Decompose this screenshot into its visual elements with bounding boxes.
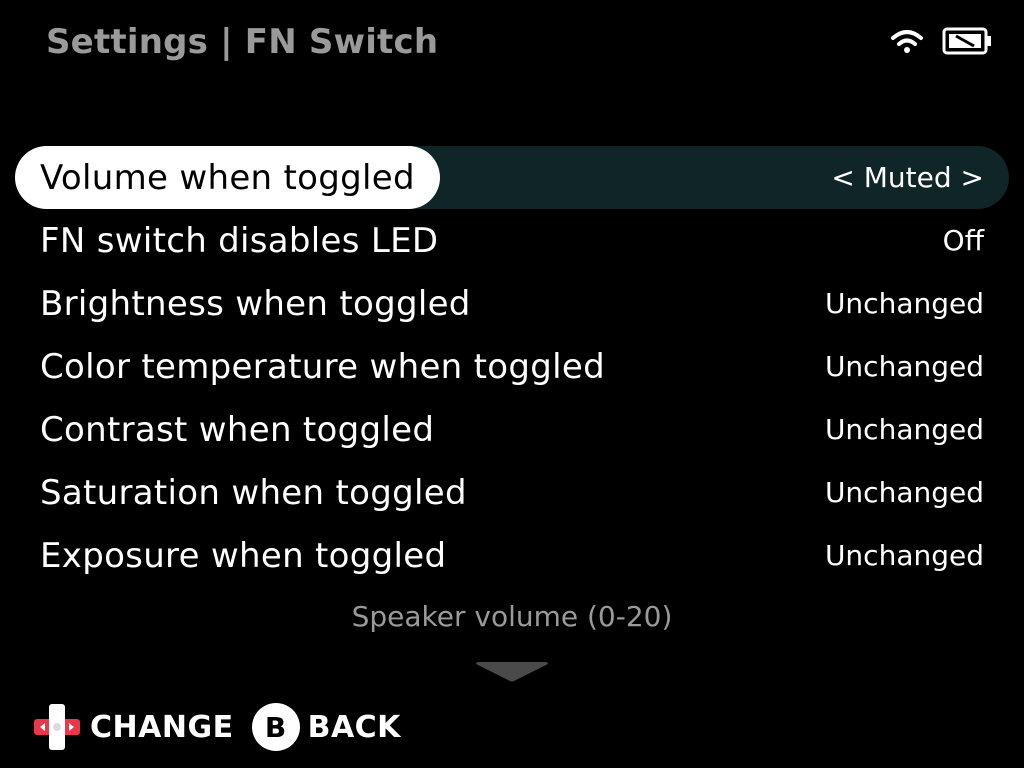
battery-icon [942, 27, 991, 55]
button-hints: CHANGE B BACK [32, 702, 401, 752]
menu-item-value: Unchanged [824, 476, 984, 509]
menu-item-label: Brightness when toggled [40, 283, 471, 324]
scroll-down-icon[interactable] [476, 662, 548, 682]
menu-item-value: Unchanged [824, 413, 984, 446]
menu-item-exposure[interactable]: Exposure when toggled Unchanged [15, 524, 1009, 587]
page-title: Settings | FN Switch [46, 22, 439, 62]
menu-item-value: Unchanged [824, 539, 984, 572]
menu-item-brightness[interactable]: Brightness when toggled Unchanged [15, 272, 1009, 335]
settings-menu: Volume when toggled < Muted > FN switch … [15, 146, 1009, 587]
menu-item-label: Color temperature when toggled [40, 346, 605, 387]
back-label: BACK [307, 709, 401, 745]
menu-item-label: Exposure when toggled [40, 535, 447, 576]
status-bar [890, 26, 992, 56]
menu-item-contrast[interactable]: Contrast when toggled Unchanged [15, 398, 1009, 461]
menu-item-color-temperature[interactable]: Color temperature when toggled Unchanged [15, 335, 1009, 398]
menu-item-volume[interactable]: Volume when toggled < Muted > [15, 146, 1009, 209]
dpad-icon [34, 704, 80, 750]
wifi-icon [891, 30, 923, 53]
menu-item-fn-led[interactable]: FN switch disables LED Off [15, 209, 1009, 272]
menu-item-value: Off [942, 224, 984, 257]
menu-item-value[interactable]: < Muted > [831, 161, 1009, 194]
menu-item-label: Saturation when toggled [40, 472, 467, 513]
help-text: Speaker volume (0-20) [351, 600, 673, 633]
menu-item-label: FN switch disables LED [40, 220, 439, 261]
menu-item-label: Contrast when toggled [40, 409, 435, 450]
menu-item-label: Volume when toggled [15, 146, 440, 209]
b-button-icon: B [251, 703, 300, 751]
screen: Settings | FN Switch Volume when toggled… [0, 0, 1024, 768]
change-label: CHANGE [90, 709, 234, 745]
menu-item-saturation[interactable]: Saturation when toggled Unchanged [15, 461, 1009, 524]
menu-item-value: Unchanged [824, 350, 984, 383]
menu-item-value: Unchanged [824, 287, 984, 320]
